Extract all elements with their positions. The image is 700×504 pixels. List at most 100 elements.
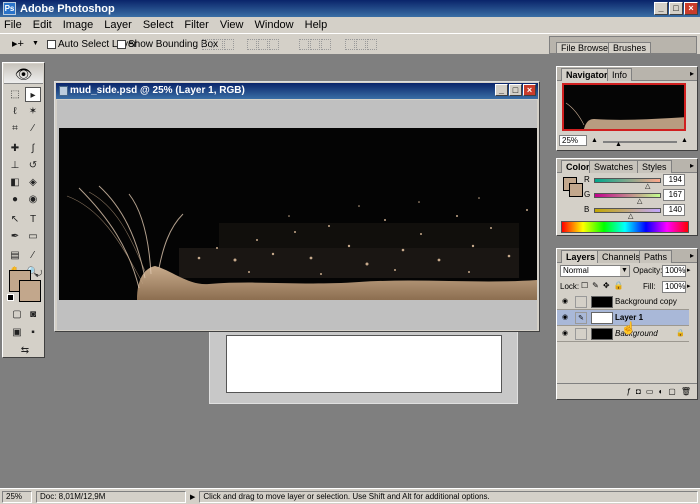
swap-colors-icon[interactable]: ⤾ [31,266,47,281]
brush-icon[interactable]: ✎ [575,312,587,324]
distribute-vcenter-icon[interactable] [310,39,320,50]
background-color-swatch[interactable] [19,280,41,302]
align-top-icon[interactable] [202,39,212,50]
navigator-thumbnail[interactable] [562,83,686,131]
path-selection-icon[interactable]: ↖ [7,212,23,227]
new-layer-icon[interactable]: ▢ [668,387,676,396]
opacity-field[interactable]: 100% [662,265,686,277]
healing-brush-icon[interactable]: ✚ [7,141,23,156]
zoom-in-icon[interactable]: ▲ [681,137,688,144]
quick-mask-icon[interactable]: ◙ [25,307,41,322]
red-value[interactable]: 194 [663,174,685,186]
brushes-tab[interactable]: Brushes [608,42,652,54]
close-button[interactable]: × [684,2,698,15]
menu-window[interactable]: Window [255,19,294,31]
tab-paths[interactable]: Paths [639,250,673,263]
align-vcenter-icon[interactable] [213,39,223,50]
blue-value[interactable]: 140 [663,204,685,216]
lasso-tool-icon[interactable]: ℓ [7,104,23,119]
photoshop-eye-logo[interactable]: 👁 [4,64,43,84]
notes-tool-icon[interactable]: ▤ [7,248,23,263]
eye-icon[interactable]: ◉ [560,313,570,323]
adjustment-layer-icon[interactable]: ◐ [658,387,663,396]
menu-image[interactable]: Image [63,19,94,31]
magic-wand-icon[interactable]: ✶ [25,104,41,119]
doc-restore-button[interactable]: □ [509,84,522,96]
status-menu-arrow-icon[interactable]: ▶ [190,493,195,501]
align-right-icon[interactable] [269,39,279,50]
doc-minimize-button[interactable]: _ [495,84,508,96]
navigator-zoom-field[interactable]: 25% [559,135,587,146]
green-slider[interactable] [594,193,661,198]
full-screen-mode-icon[interactable]: ▪ [25,325,41,340]
standard-mode-icon[interactable]: ▢ [9,307,25,322]
red-slider[interactable] [594,178,661,183]
bounding-box-checkbox[interactable] [117,40,126,49]
status-zoom-field[interactable]: 25% [2,490,32,503]
layer-link-box[interactable] [575,296,587,308]
panel-menu-icon[interactable]: ▸ [690,69,694,78]
default-colors-icon[interactable] [7,294,14,301]
menu-help[interactable]: Help [305,19,328,31]
tab-channels[interactable]: Channels [597,250,646,263]
fill-arrow-icon[interactable]: ▸ [687,282,691,290]
blur-tool-icon[interactable]: ● [7,192,23,207]
tab-layers[interactable]: Layers [561,250,601,263]
align-left-icon[interactable] [247,39,257,50]
color-panel-menu-icon[interactable]: ▸ [690,161,694,170]
eraser-tool-icon[interactable]: ◧ [7,175,23,190]
menu-select[interactable]: Select [143,19,174,31]
layers-panel-menu-icon[interactable]: ▸ [690,251,694,260]
lock-all-icon[interactable]: 🔒 [614,281,624,290]
screen-mode-icon[interactable]: ▣ [9,325,25,340]
add-mask-icon[interactable]: ◘ [636,387,641,396]
move-tool-preset-icon[interactable]: ▸+ [12,37,24,50]
status-doc-size[interactable]: Doc: 8,01M/12,9M [36,490,186,503]
file-browser-tab[interactable]: File Browser [556,42,617,54]
menu-view[interactable]: View [220,19,244,31]
opacity-arrow-icon[interactable]: ▸ [687,266,691,274]
auto-select-checkbox[interactable] [47,40,56,49]
eyedropper-icon[interactable]: ⁄ [25,248,41,263]
new-set-icon[interactable]: ▭ [646,387,654,396]
menu-edit[interactable]: Edit [33,19,52,31]
canvas-area[interactable] [57,100,537,330]
crop-tool-icon[interactable]: ⌗ [7,121,23,136]
tab-info[interactable]: Info [607,68,633,81]
history-brush-icon[interactable]: ↺ [25,158,41,173]
fill-field[interactable]: 100% [662,281,686,293]
delete-layer-icon[interactable]: 🗑 [681,387,691,396]
type-tool-icon[interactable]: T [25,212,41,227]
blend-mode-select[interactable]: Normal ▼ [560,265,630,277]
pen-tool-icon[interactable]: ✒ [7,229,23,244]
doc-close-button[interactable]: × [523,84,536,96]
document-title-bar[interactable]: mud_side.psd @ 25% (Layer 1, RGB) _ □ × [56,83,538,99]
layer-style-icon[interactable]: ƒ [627,387,631,396]
tab-swatches[interactable]: Swatches [589,160,639,173]
minimize-button[interactable]: _ [654,2,668,15]
layer-link-box[interactable] [575,328,587,340]
distribute-bottom-icon[interactable] [321,39,331,50]
paint-bucket-icon[interactable]: ◈ [25,175,41,190]
blue-slider-handle[interactable]: △ [628,213,633,220]
zoom-slider-handle[interactable]: ▲ [615,141,622,148]
layer-row[interactable]: ◉ Background copy [557,294,689,310]
color-ramp[interactable] [561,221,689,233]
background-document-window[interactable] [209,330,518,404]
eye-icon[interactable]: ◉ [560,329,570,339]
distribute-top-icon[interactable] [299,39,309,50]
jump-to-imageready-icon[interactable]: ⇆ [17,343,33,358]
green-value[interactable]: 167 [663,189,685,201]
eye-icon[interactable]: ◉ [560,297,570,307]
lock-move-icon[interactable]: ✥ [603,281,610,290]
menu-filter[interactable]: Filter [184,19,208,31]
shape-tool-icon[interactable]: ▭ [25,229,41,244]
lock-paint-icon[interactable]: ✎ [592,281,599,290]
align-bottom-icon[interactable] [224,39,234,50]
dodge-tool-icon[interactable]: ◉ [25,192,41,207]
brush-tool-icon[interactable]: ∫ [25,141,41,156]
move-tool-icon[interactable]: ▸ [25,87,41,102]
menu-file[interactable]: File [4,19,22,31]
restore-button[interactable]: □ [669,2,683,15]
tab-styles[interactable]: Styles [637,160,672,173]
